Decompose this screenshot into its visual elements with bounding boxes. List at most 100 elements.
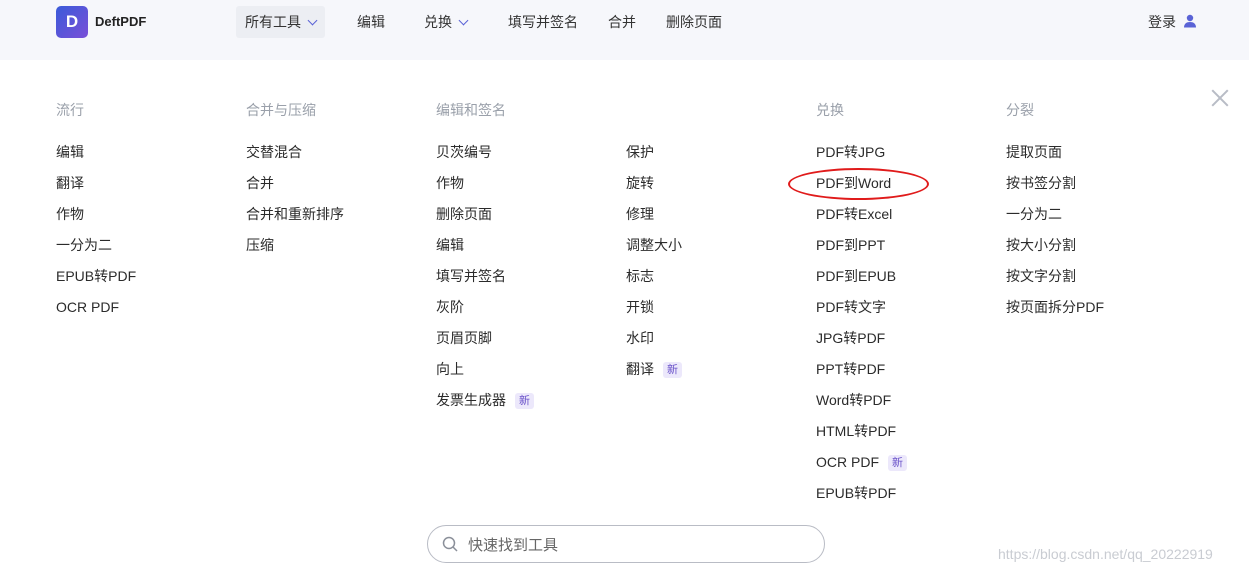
chevron-down-icon — [307, 15, 318, 26]
login-link[interactable]: 登录 — [1148, 6, 1176, 38]
menu-item-label: 调整大小 — [626, 237, 682, 253]
menu-item[interactable]: 删除页面 — [436, 205, 534, 236]
nav-label: 所有工具 — [245, 14, 301, 30]
nav-fill-sign[interactable]: 填写并签名 — [508, 6, 578, 38]
menu-item[interactable]: 压缩 — [246, 236, 344, 267]
nav-label: 删除页面 — [666, 14, 722, 30]
menu-item[interactable]: 一分为二 — [1006, 205, 1104, 236]
menu-item[interactable]: 编辑 — [56, 143, 136, 174]
new-badge: 新 — [888, 455, 907, 471]
menu-item[interactable]: PPT转PDF — [816, 360, 907, 391]
menu-item-label: 按书签分割 — [1006, 175, 1076, 191]
nav-convert[interactable]: 兑换 — [424, 6, 469, 38]
menu-item[interactable]: EPUB转PDF — [816, 484, 907, 515]
menu-item[interactable]: 调整大小 — [626, 236, 682, 267]
menu-item-label: 作物 — [436, 175, 464, 191]
menu-item[interactable]: 灰阶 — [436, 298, 534, 329]
menu-item-label: PDF转JPG — [816, 144, 886, 160]
menu-item[interactable]: EPUB转PDF — [56, 267, 136, 298]
menu-item[interactable]: HTML转PDF — [816, 422, 907, 453]
nav-merge[interactable]: 合并 — [608, 6, 636, 38]
menu-item[interactable]: 翻译 — [56, 174, 136, 205]
menu-item[interactable]: 合并 — [246, 174, 344, 205]
menu-item-label: 压缩 — [246, 237, 274, 253]
search-input[interactable] — [466, 526, 810, 564]
close-icon[interactable] — [1208, 86, 1232, 110]
menu-item[interactable]: Word转PDF — [816, 391, 907, 422]
menu-item[interactable]: 作物 — [56, 205, 136, 236]
menu-item[interactable]: PDF转JPG — [816, 143, 907, 174]
brand-name[interactable]: DeftPDF — [95, 14, 146, 29]
menu-item[interactable]: PDF到Word — [816, 174, 907, 205]
logo[interactable]: D — [56, 6, 88, 38]
menu-item-label: 一分为二 — [1006, 206, 1062, 222]
menu-item-label: OCR PDF — [816, 454, 879, 470]
menu-item[interactable]: PDF到EPUB — [816, 267, 907, 298]
menu-item[interactable]: PDF到PPT — [816, 236, 907, 267]
search-icon — [442, 536, 458, 552]
menu-item-label: EPUB转PDF — [816, 485, 897, 501]
menu-item-label: 编辑 — [56, 144, 84, 160]
menu-item[interactable]: OCR PDF — [56, 298, 136, 329]
chevron-down-icon — [458, 15, 469, 26]
menu-item[interactable]: OCR PDF 新 — [816, 453, 907, 484]
menu-item-label: 编辑 — [436, 237, 464, 253]
menu-item[interactable]: 修理 — [626, 205, 682, 236]
nav-edit[interactable]: 编辑 — [357, 6, 385, 38]
menu-item[interactable]: 水印 — [626, 329, 682, 360]
menu-item[interactable]: 按大小分割 — [1006, 236, 1104, 267]
menu-item-label: 贝茨编号 — [436, 144, 492, 160]
menu-item-label: EPUB转PDF — [56, 268, 137, 284]
menu-column: 分裂提取页面按书签分割一分为二按大小分割 按文字分割 按页面拆分PDF — [1006, 101, 1104, 329]
menu-item-label: 修理 — [626, 206, 654, 222]
user-icon[interactable] — [1183, 14, 1197, 28]
menu-item[interactable]: 页眉页脚 — [436, 329, 534, 360]
menu-column: 流行编辑翻译 作物一分为二 EPUB转PDF OCR PDF — [56, 101, 136, 329]
menu-item[interactable]: 按页面拆分PDF — [1006, 298, 1104, 329]
column-title: 分裂 — [1006, 102, 1034, 118]
menu-item[interactable]: 按文字分割 — [1006, 267, 1104, 298]
menu-item[interactable]: PDF转Excel — [816, 205, 907, 236]
menu-item-label: 合并和重新排序 — [246, 206, 344, 222]
menu-item[interactable]: 合并和重新排序 — [246, 205, 344, 236]
menu-item-label: 标志 — [626, 268, 654, 284]
menu-item-label: 页眉页脚 — [436, 330, 492, 346]
nav-all-tools[interactable]: 所有工具 — [236, 6, 325, 38]
nav-delete-pages[interactable]: 删除页面 — [666, 6, 722, 38]
menu-item[interactable]: 旋转 — [626, 174, 682, 205]
menu-item-label: 提取页面 — [1006, 144, 1062, 160]
menu-item[interactable]: 翻译新 — [626, 360, 682, 391]
menu-item[interactable]: 按书签分割 — [1006, 174, 1104, 205]
menu-item[interactable]: 一分为二 — [56, 236, 136, 267]
watermark-text: https://blog.csdn.net/qq_20222919 — [998, 546, 1213, 562]
menu-item[interactable]: 向上 — [436, 360, 534, 391]
menu-item-label: 发票生成器 — [436, 392, 506, 408]
menu-item[interactable]: 标志 — [626, 267, 682, 298]
menu-item-label: PDF到Word — [816, 175, 892, 191]
menu-column: 兑换 PDF转JPG PDF到Word PDF转Excel PDF到PPT PDF到EPU… — [816, 101, 907, 515]
menu-item[interactable]: 作物 — [436, 174, 534, 205]
column-title: 流行 — [56, 102, 84, 118]
new-badge: 新 — [663, 362, 682, 378]
column-title: 合并与压缩 — [246, 102, 316, 118]
nav-label: 填写并签名 — [508, 14, 578, 30]
menu-item[interactable]: 编辑 — [436, 236, 534, 267]
menu-item[interactable]: 填写并签名 — [436, 267, 534, 298]
menu-item[interactable]: 贝茨编号 — [436, 143, 534, 174]
menu-item-label: PDF到EPUB — [816, 268, 897, 284]
top-nav-bar: D DeftPDF 所有工具 编辑 兑换 填写并签名 合并 删除页面 登录 — [0, 0, 1249, 60]
menu-item-label: PDF转Excel — [816, 206, 893, 222]
menu-item[interactable]: 保护 — [626, 143, 682, 174]
menu-item-label: 作物 — [56, 206, 84, 222]
menu-item-label: PDF到PPT — [816, 237, 886, 253]
menu-item[interactable]: PDF转文字 — [816, 298, 907, 329]
menu-item[interactable]: JPG转PDF — [816, 329, 907, 360]
menu-item-label: 删除页面 — [436, 206, 492, 222]
search-box[interactable] — [427, 525, 825, 564]
menu-item[interactable]: 开锁 — [626, 298, 682, 329]
menu-item[interactable]: 交替混合 — [246, 143, 344, 174]
menu-item[interactable]: 提取页面 — [1006, 143, 1104, 174]
menu-item-label: 灰阶 — [436, 299, 464, 315]
menu-item-label: HTML转PDF — [816, 423, 897, 439]
menu-item[interactable]: 发票生成器新 — [436, 391, 534, 422]
